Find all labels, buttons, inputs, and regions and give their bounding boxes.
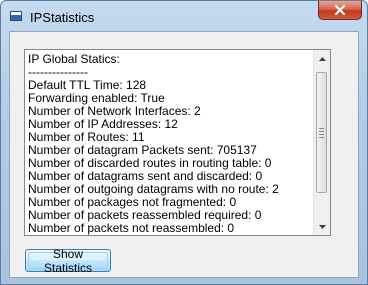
scroll-down-button[interactable]: [314, 218, 330, 235]
client-area: IP Global Statics: --------------- Defau…: [9, 31, 359, 278]
scroll-up-button[interactable]: [314, 50, 330, 67]
show-statistics-label: Show Statistics: [28, 247, 108, 275]
statistics-text: IP Global Statics: --------------- Defau…: [28, 53, 310, 235]
app-window-icon: [10, 11, 22, 21]
statistics-textbox[interactable]: IP Global Statics: --------------- Defau…: [24, 49, 331, 236]
statistics-line: Number of packets not reassembled: 0: [28, 221, 235, 235]
close-icon: [334, 5, 346, 15]
close-button[interactable]: [318, 1, 362, 20]
show-statistics-button[interactable]: Show Statistics: [25, 247, 111, 275]
vertical-scrollbar[interactable]: [313, 50, 330, 235]
window-title: IPStatistics: [30, 10, 95, 25]
scroll-down-arrow-icon: [318, 224, 326, 229]
app-window: IPStatistics IP Global Statics: --------…: [0, 0, 368, 285]
title-bar[interactable]: IPStatistics: [1, 1, 367, 31]
grip-icon: [319, 128, 324, 140]
scroll-up-arrow-icon: [318, 56, 326, 61]
scroll-thumb[interactable]: [316, 72, 327, 193]
